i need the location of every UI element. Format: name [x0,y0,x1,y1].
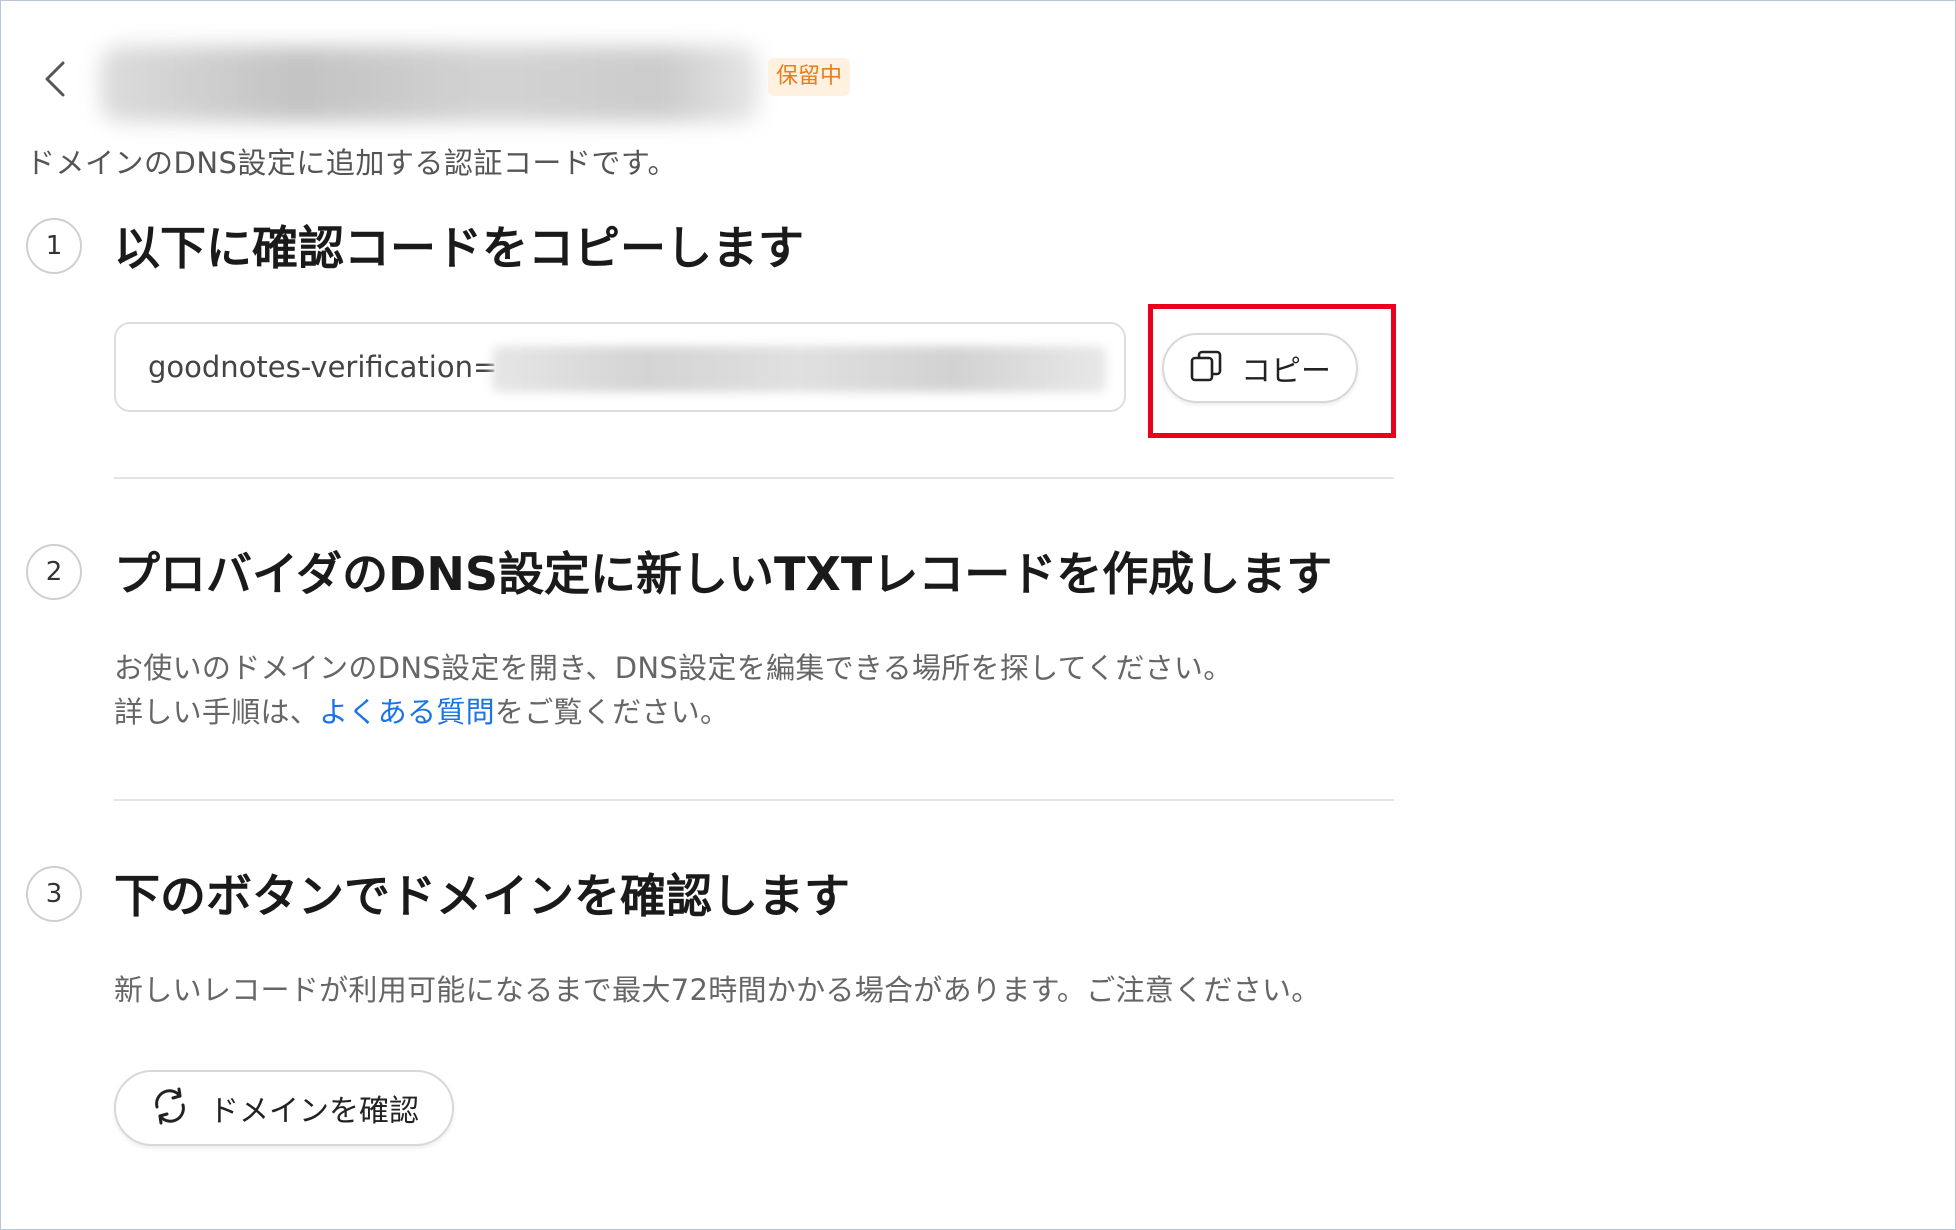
verification-code-redacted [492,346,1106,392]
step-3-title: 下のボタンでドメインを確認します [114,869,850,923]
faq-link[interactable]: よくある質問 [319,695,495,729]
step-2-desc-after-link: をご覧ください。 [494,695,730,729]
refresh-icon [149,1085,191,1131]
step-1-title: 以下に確認コードをコピーします [114,221,804,275]
step-2-desc-line-1: お使いのドメインのDNS設定を開き、DNS設定を編集できる場所を探してください。 [114,651,1233,685]
step-number-1: 1 [26,218,82,274]
copy-icon [1189,349,1223,387]
step-number-2: 2 [26,544,82,600]
chevron-left-icon[interactable] [38,58,72,100]
copy-button[interactable]: コピー [1162,333,1358,403]
divider [114,799,1394,801]
step-2-description: お使いのドメインのDNS設定を開き、DNS設定を編集できる場所を探してください。… [114,646,1233,734]
step-2-desc-before-link: 詳しい手順は、 [114,695,320,729]
page-subtitle: ドメインのDNS設定に追加する認証コードです。 [26,146,678,180]
step-3-description: 新しいレコードが利用可能になるまで最大72時間かかる場合があります。ご注意くださ… [114,973,1321,1007]
copy-button-label: コピー [1241,354,1331,389]
step-number-3: 3 [26,866,82,922]
verification-code-prefix: goodnotes-verification= [148,350,498,384]
page-frame [0,0,1956,1230]
verify-domain-button[interactable]: ドメインを確認 [114,1070,454,1146]
domain-name-redacted [100,46,760,122]
step-2-desc-line-2: 詳しい手順は、よくある質問をご覧ください。 [114,690,1233,734]
verify-domain-label: ドメインを確認 [209,1094,419,1129]
divider [114,477,1394,479]
status-badge: 保留中 [768,58,851,96]
verification-code-field[interactable]: goodnotes-verification= [114,322,1126,412]
step-2-title: プロバイダのDNS設定に新しいTXTレコードを作成します [114,547,1333,601]
